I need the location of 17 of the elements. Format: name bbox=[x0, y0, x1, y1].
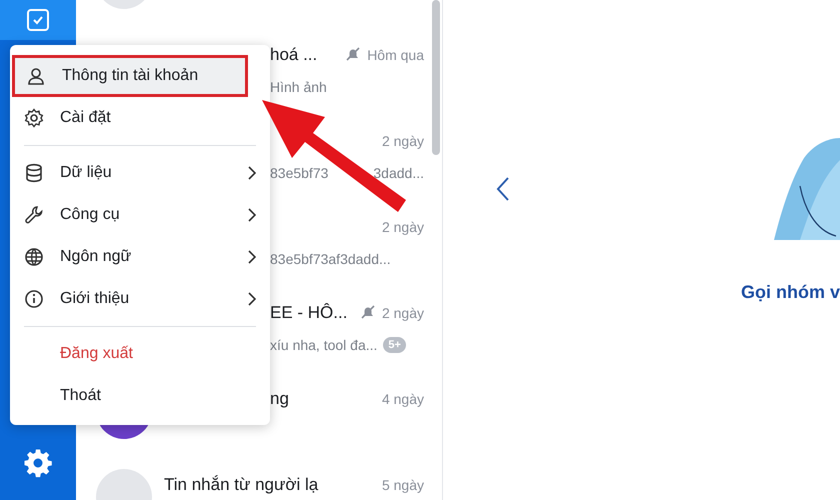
chat-time: 4 ngày bbox=[382, 391, 424, 407]
chat-time: 2 ngày bbox=[382, 305, 424, 321]
chat-title: hoá ... bbox=[270, 45, 318, 65]
chat-preview: xíu nha, tool đa... bbox=[270, 337, 378, 353]
chat-time: 2 ngày bbox=[382, 219, 424, 235]
chat-title: EE - HÔ... bbox=[270, 303, 348, 323]
chat-title: ng bbox=[270, 389, 289, 409]
chat-preview: 83e5bf73af3dadd... bbox=[270, 251, 391, 267]
chat-title: Tin nhắn từ người lạ bbox=[164, 475, 318, 495]
unread-badge: 5+ bbox=[383, 337, 406, 353]
chat-preview: Hình ảnh bbox=[270, 79, 327, 95]
chat-time: 2 ngày bbox=[382, 133, 424, 149]
chat-preview: 3dadd... bbox=[373, 165, 424, 181]
chat-time: Hôm qua bbox=[367, 47, 424, 63]
welcome-caption: Gọi nhóm v bbox=[741, 282, 840, 303]
chat-preview: 83e5bf73 bbox=[270, 165, 328, 181]
chat-time: 5 ngày bbox=[382, 477, 424, 493]
